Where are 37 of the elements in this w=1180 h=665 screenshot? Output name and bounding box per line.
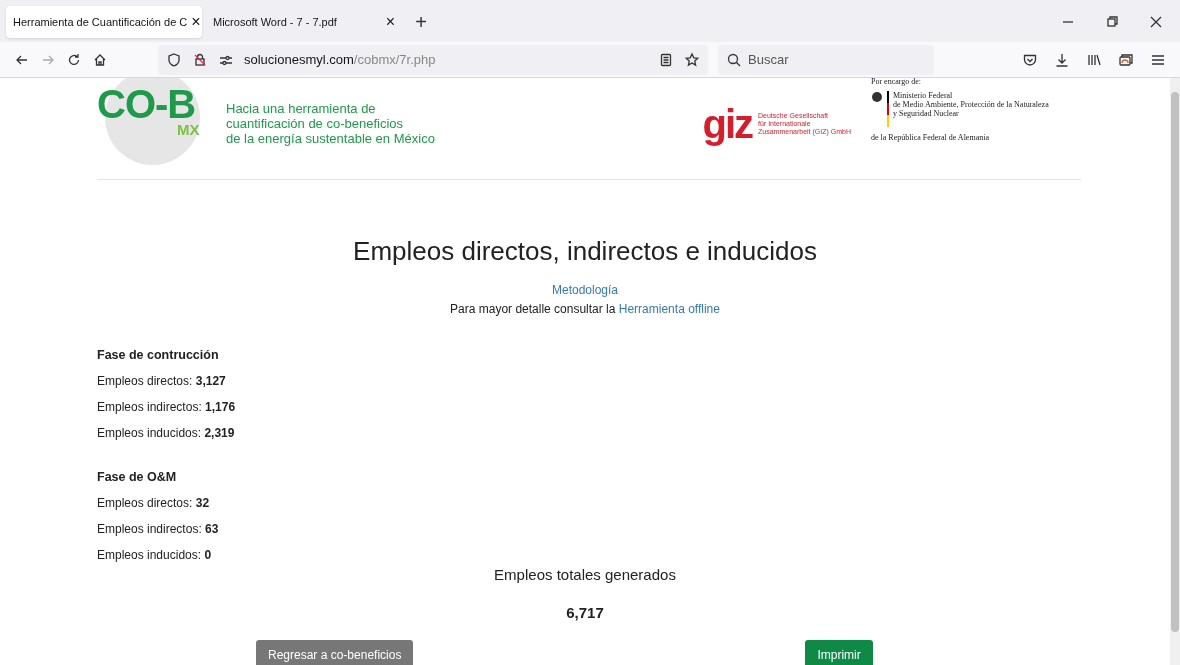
bookmark-star-icon[interactable] (684, 51, 700, 68)
close-tab-icon[interactable]: × (385, 10, 395, 34)
search-field[interactable]: Buscar (718, 44, 934, 75)
ministry-logo: Por encargo de: Ministerio Federal de Medio Ambiente, Protección de la Naturaleza y Seguridad Nuclear de la República Federal de Alemania (871, 78, 1050, 144)
close-icon[interactable] (1148, 14, 1164, 30)
stat-row-text: Empleos indirectos: 1,176 (97, 399, 236, 416)
shield-icon[interactable] (166, 51, 182, 68)
browser-tab[interactable]: Herramienta de Cuantificación de C × (6, 6, 202, 38)
download-icon[interactable] (1054, 51, 1070, 68)
print-button[interactable]: Imprimir (805, 640, 873, 665)
stat-row-text: Empleos indirectos: 63 (97, 521, 219, 538)
page-title: Empleos directos, indirectos e inducidos (353, 235, 817, 268)
stat-row-text: Empleos inducidos: 0 (97, 547, 212, 564)
padlock-icon[interactable] (192, 51, 208, 68)
address-bar[interactable]: solucionesmyl.com/cobmx/7r.php (158, 44, 708, 75)
scrollbar[interactable] (1170, 78, 1180, 665)
detail-text: Para mayor detalle consultar la Herramienta offline (450, 301, 720, 318)
close-tab-icon[interactable]: × (191, 10, 201, 34)
stat-row-text: Empleos directos: 3,127 (97, 373, 226, 390)
restore-icon[interactable] (1104, 14, 1120, 30)
total-label: Empleos totales generados (494, 565, 676, 585)
back-button[interactable]: Regresar a co-beneficios (256, 640, 414, 665)
stat-row-text: Empleos directos: 32 (97, 495, 210, 512)
search-icon[interactable] (726, 51, 742, 68)
tagline: Hacia una herramienta de cuantificación de co-beneficios de la energía sustentable en México (226, 101, 435, 146)
url-text: solucionesmyl.com/cobmx/7r.php (244, 50, 437, 69)
tabs-sync-icon[interactable] (1118, 51, 1134, 68)
reader-view-icon[interactable] (658, 51, 674, 68)
new-tab-button[interactable]: + (406, 6, 436, 38)
total-value: 6,717 (566, 602, 604, 623)
offline-tool-link[interactable]: Herramienta offline (618, 302, 720, 316)
stat-row-text: Empleos inducidos: 2,319 (97, 425, 235, 442)
section-heading: Fase de O&M (97, 469, 177, 486)
reload-icon[interactable] (66, 51, 82, 68)
methodology-link[interactable]: Metodología (551, 281, 618, 299)
section-heading: Fase de contrucción (97, 347, 219, 364)
browser-tab[interactable]: Microsoft Word - 7 - 7.pdf × (206, 6, 402, 38)
